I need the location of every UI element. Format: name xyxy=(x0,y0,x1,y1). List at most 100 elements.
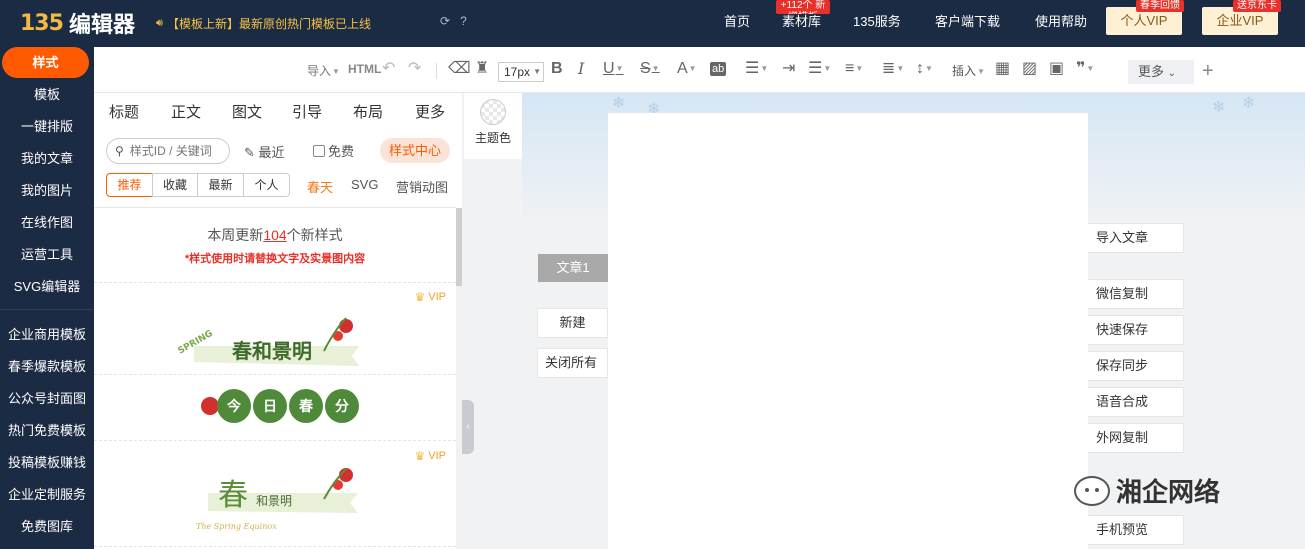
undo-icon[interactable]: ↶ xyxy=(382,60,395,78)
style-center-button[interactable]: 样式中心 xyxy=(380,138,450,163)
style-card-spring-bright[interactable]: SPRING 春和景明 xyxy=(174,296,374,376)
announcement[interactable]: 🔊︎ 【模板上新】最新原创热门模板已上线 xyxy=(156,15,371,32)
indent-icon[interactable]: ⇥ xyxy=(782,60,795,78)
underline-icon[interactable]: U▼ xyxy=(603,60,623,78)
background-color-icon[interactable]: ab xyxy=(710,62,727,76)
tab-layout[interactable]: 布局 xyxy=(353,101,383,122)
sidebar-item-svg-editor[interactable]: SVG编辑器 xyxy=(0,276,94,298)
tab-body[interactable]: 正文 xyxy=(171,101,201,122)
quote-icon[interactable]: ❞▼ xyxy=(1076,60,1094,78)
editor-document[interactable] xyxy=(608,113,1088,549)
nav-download[interactable]: 客户端下载 xyxy=(935,0,1000,47)
gallery-icon[interactable]: ▣ xyxy=(1049,60,1064,78)
chevron-down-icon: ▼ xyxy=(533,67,541,76)
logo-mark-text: 135 xyxy=(20,10,64,36)
more-button[interactable]: 更多 ⌄ xyxy=(1128,60,1194,84)
tag-spring[interactable]: 春天 xyxy=(307,177,333,196)
logo[interactable]: 135 编辑器 xyxy=(20,9,135,39)
import-article-button[interactable]: 导入文章 xyxy=(1088,223,1184,253)
tag-svg[interactable]: SVG xyxy=(351,177,378,192)
bold-icon[interactable]: B xyxy=(551,60,563,78)
sidebar-item-cover-images[interactable]: 公众号封面图 xyxy=(0,388,94,410)
sidebar-item-templates[interactable]: 模板 xyxy=(0,84,94,106)
strikethrough-icon[interactable]: S▼ xyxy=(640,60,660,78)
tab-image-text[interactable]: 图文 xyxy=(232,101,262,122)
checkbox[interactable] xyxy=(313,144,325,157)
tab-guide[interactable]: 引导 xyxy=(292,101,322,122)
sidebar-item-free-gallery[interactable]: 免费图库 xyxy=(0,516,94,538)
line-height-icon[interactable]: ↕▼ xyxy=(916,60,933,78)
tag-marketing-gif[interactable]: 营销动图 xyxy=(396,177,448,196)
external-copy-button[interactable]: 外网复制 xyxy=(1088,423,1184,453)
import-button[interactable]: 导入▼ xyxy=(307,62,340,79)
font-size-select[interactable]: 17px ▼ xyxy=(498,62,544,82)
card2-char: 今 xyxy=(226,398,241,415)
doc-tab-article1[interactable]: 文章1 xyxy=(538,254,608,282)
table-icon[interactable]: ▦ xyxy=(995,60,1010,78)
style-search[interactable]: ⚲ xyxy=(106,138,230,164)
sidebar-item-submit-templates[interactable]: 投稿模板赚钱 xyxy=(0,452,94,474)
editor-toolbar: 导入▼ HTML ↶ ↷ ⌫ ♜ 17px ▼ B I U▼ S▼ A▼ ab ☰… xyxy=(94,47,1305,93)
filter-newest[interactable]: 最新 xyxy=(197,173,244,197)
sidebar-item-my-articles[interactable]: 我的文章 xyxy=(0,148,94,170)
free-checkbox[interactable]: 免费 xyxy=(313,141,354,160)
more-label: 更多 xyxy=(1138,64,1165,79)
sidebar-item-ops-tools[interactable]: 运营工具 xyxy=(0,244,94,266)
nav-services[interactable]: 135服务 xyxy=(853,0,901,47)
search-icon: ⚲ xyxy=(115,144,124,158)
insert-button[interactable]: 插入▼ xyxy=(952,62,985,79)
wechat-copy-button[interactable]: 微信复制 xyxy=(1088,279,1184,309)
speech-synthesis-button[interactable]: 语音合成 xyxy=(1088,387,1184,417)
paragraph-spacing-icon[interactable]: ≣▼ xyxy=(882,60,904,78)
filter-recommended[interactable]: 推荐 xyxy=(106,173,153,197)
sidebar-item-custom-service[interactable]: 企业定制服务 xyxy=(0,484,94,506)
watermark-text: 湘企网络 xyxy=(1116,477,1221,507)
close-all-button[interactable]: 关闭所有 xyxy=(537,348,608,378)
sidebar-item-one-click-layout[interactable]: 一键排版 xyxy=(0,116,94,138)
theme-color-button[interactable]: 主题色 xyxy=(464,93,522,159)
tab-more[interactable]: 更多 xyxy=(415,101,445,122)
plus-icon[interactable]: + xyxy=(1202,60,1214,82)
font-color-icon[interactable]: A▼ xyxy=(677,60,697,78)
import-label: 导入 xyxy=(307,64,332,78)
snowflake-icon: ❄ xyxy=(1212,99,1226,116)
image-icon[interactable]: ▨ xyxy=(1022,60,1037,78)
help-icon[interactable]: ? xyxy=(460,14,467,28)
line-indent-icon[interactable]: ☰▼ xyxy=(808,60,831,78)
sidebar-item-online-design[interactable]: 在线作图 xyxy=(0,212,94,234)
card3-big: 春 xyxy=(218,478,248,513)
recent-button[interactable]: ✎ 最近 xyxy=(244,142,285,161)
search-input[interactable] xyxy=(129,144,222,158)
card3-sub: The Spring Equinox xyxy=(196,522,277,531)
save-sync-button[interactable]: 保存同步 xyxy=(1088,351,1184,381)
mobile-preview-button[interactable]: 手机预览 xyxy=(1088,515,1184,545)
sidebar-item-my-images[interactable]: 我的图片 xyxy=(0,180,94,202)
scrollbar-thumb[interactable] xyxy=(456,208,462,286)
vertical-align-icon[interactable]: ≡▼ xyxy=(845,60,863,78)
eraser-icon[interactable]: ⌫ xyxy=(448,60,471,78)
sidebar-item-free-templates[interactable]: 热门免费模板 xyxy=(0,420,94,442)
sidebar-item-styles[interactable]: 样式 xyxy=(2,47,89,78)
nav-help[interactable]: 使用帮助 xyxy=(1035,0,1087,47)
align-icon[interactable]: ☰▼ xyxy=(745,60,768,78)
filter-personal[interactable]: 个人 xyxy=(243,173,290,197)
weekly-count[interactable]: 104 xyxy=(263,227,286,243)
format-painter-icon[interactable]: ♜ xyxy=(475,60,489,78)
quick-save-button[interactable]: 快速保存 xyxy=(1088,315,1184,345)
nav-home[interactable]: 首页 xyxy=(724,0,750,47)
style-card-equinox-day[interactable]: 今 日 春 分 xyxy=(192,384,362,428)
style-card-spring-equinox[interactable]: 春 和景明 The Spring Equinox xyxy=(178,453,378,533)
tab-title[interactable]: 标题 xyxy=(109,101,139,122)
italic-icon[interactable]: I xyxy=(578,60,584,78)
sidebar-item-spring-templates[interactable]: 春季爆款模板 xyxy=(0,356,94,378)
nav-materials[interactable]: 素材库 xyxy=(782,0,821,47)
new-article-button[interactable]: 新建 xyxy=(537,308,608,338)
vip-personal-badge: 春季回馈 xyxy=(1136,0,1184,12)
redo-icon[interactable]: ↷ xyxy=(408,60,421,78)
collapse-panel-handle[interactable]: ‹ xyxy=(462,400,474,454)
chevron-down-icon: ⌄ xyxy=(1167,68,1177,79)
refresh-icon[interactable]: ⟳ xyxy=(440,14,450,28)
html-button[interactable]: HTML xyxy=(348,62,381,76)
filter-favorites[interactable]: 收藏 xyxy=(152,173,198,197)
sidebar-item-commercial-templates[interactable]: 企业商用模板 xyxy=(0,324,94,346)
